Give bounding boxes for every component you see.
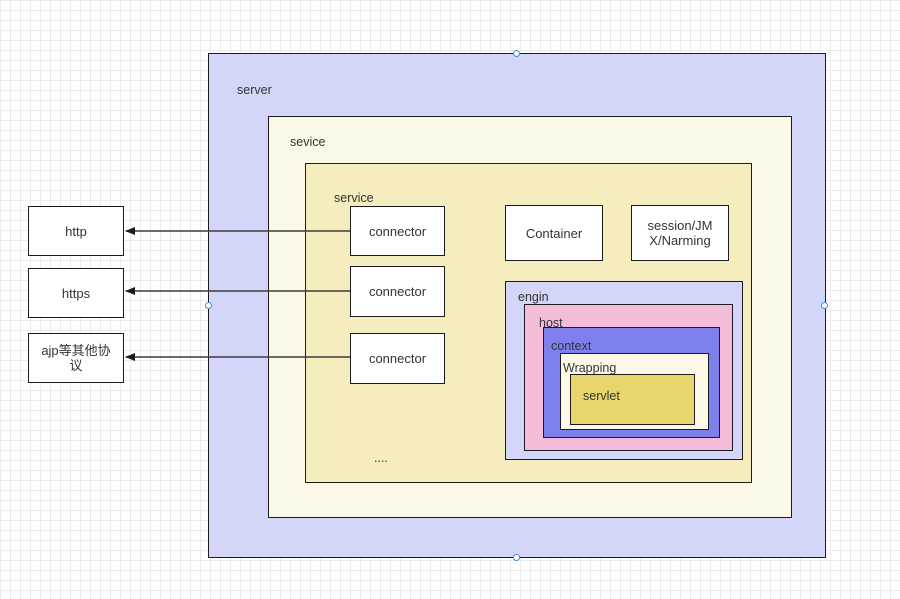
connector-arrows (125, 227, 350, 361)
resize-handle-bottom[interactable] (513, 554, 520, 561)
resize-handle-left[interactable] (205, 302, 212, 309)
resize-handle-top[interactable] (513, 50, 520, 57)
resize-handle-right[interactable] (821, 302, 828, 309)
